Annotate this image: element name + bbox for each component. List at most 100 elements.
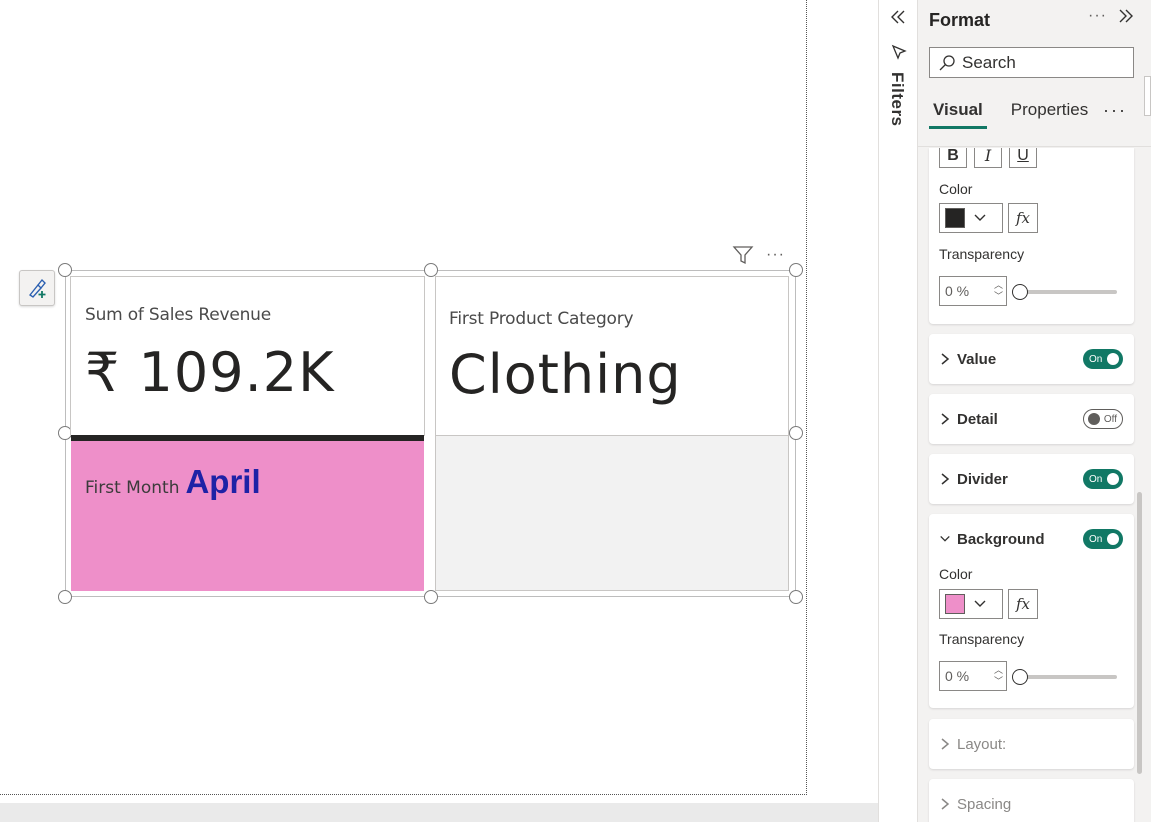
- text-transparency-label: Transparency: [939, 246, 1025, 262]
- layout-section-header[interactable]: Layout:: [939, 719, 1006, 769]
- divider-section-label: Divider: [957, 470, 1008, 488]
- page-boundary-bottom: [0, 794, 807, 795]
- underline-button[interactable]: U: [1009, 147, 1037, 168]
- chevron-down-icon: [940, 535, 950, 542]
- text-color-swatch: [945, 208, 965, 228]
- resize-handle-top-right[interactable]: [789, 263, 803, 277]
- resize-handle-bottom-left[interactable]: [58, 590, 72, 604]
- italic-button[interactable]: I: [974, 146, 1002, 168]
- background-color-fx-button[interactable]: fx: [1008, 589, 1038, 619]
- format-pane-actions: ···: [1088, 8, 1135, 24]
- text-transparency-slider-thumb[interactable]: [1012, 284, 1028, 300]
- format-pane: Format ··· Search Visual Properties ··· …: [918, 0, 1151, 822]
- canvas-footer: [0, 803, 878, 822]
- category-card[interactable]: First Product Category Clothing: [435, 276, 789, 436]
- detail-section-header[interactable]: Detail: [939, 394, 998, 444]
- month-detail-area: First Month April: [71, 441, 424, 591]
- resize-handle-top[interactable]: [424, 263, 438, 277]
- spacing-section-label: Spacing: [957, 795, 1012, 813]
- divider-section[interactable]: Divider On: [929, 454, 1134, 504]
- value-toggle-text: On: [1089, 353, 1103, 365]
- format-search-input[interactable]: Search: [929, 47, 1134, 78]
- text-transparency-input[interactable]: 0 % ︿ ﹀: [939, 276, 1007, 306]
- search-icon: [939, 54, 955, 70]
- text-transparency-slider[interactable]: [1021, 290, 1117, 294]
- page-boundary-right: [806, 0, 807, 795]
- spacing-section[interactable]: Spacing: [929, 779, 1134, 822]
- divider-toggle-text: On: [1089, 473, 1103, 485]
- background-transparency-slider[interactable]: [1021, 675, 1117, 679]
- text-format-section: B I U Color fx Transparency 0 % ︿ ﹀: [929, 146, 1134, 324]
- resize-handle-bottom-right[interactable]: [789, 590, 803, 604]
- layout-section[interactable]: Layout:: [929, 719, 1134, 769]
- format-pane-scrollbar[interactable]: [1137, 492, 1142, 774]
- value-toggle[interactable]: On: [1083, 349, 1123, 369]
- background-section: Background On Color fx Transparency 0 % …: [929, 514, 1134, 708]
- detail-toggle[interactable]: Off: [1083, 409, 1123, 429]
- value-section-header[interactable]: Value: [939, 334, 996, 384]
- filters-label[interactable]: Filters: [887, 72, 907, 127]
- pane-scroll-button[interactable]: [1144, 76, 1151, 116]
- tabs-more-icon[interactable]: ···: [1103, 100, 1127, 121]
- background-color-label: Color: [939, 566, 973, 582]
- background-section-header[interactable]: Background: [939, 514, 1045, 564]
- spin-arrows-icon[interactable]: ︿ ﹀: [994, 280, 1003, 302]
- background-transparency-slider-thumb[interactable]: [1012, 669, 1028, 685]
- category-card-label: First Product Category: [449, 309, 634, 329]
- background-color-swatch: [945, 594, 965, 614]
- chevron-right-icon: [941, 473, 950, 485]
- detail-section-label: Detail: [957, 410, 998, 428]
- format-painter-icon: [28, 278, 46, 298]
- app-root: ··· Sum of Sales Revenue ₹ 109.2K First …: [0, 0, 1151, 822]
- filter-icon: [891, 44, 907, 60]
- sales-card[interactable]: Sum of Sales Revenue ₹ 109.2K: [70, 276, 425, 436]
- category-card-value: Clothing: [449, 343, 682, 406]
- value-section[interactable]: Value On: [929, 334, 1134, 384]
- format-pane-title: Format: [929, 10, 991, 30]
- chevron-down-icon: [974, 600, 986, 607]
- resize-handle-right[interactable]: [789, 426, 803, 440]
- bold-button[interactable]: B: [939, 147, 967, 168]
- tab-visual[interactable]: Visual: [929, 100, 987, 129]
- search-placeholder: Search: [962, 52, 1016, 72]
- text-color-picker[interactable]: [939, 203, 1003, 233]
- chevron-right-icon: [941, 798, 950, 810]
- resize-handle-top-left[interactable]: [58, 263, 72, 277]
- background-transparency-input[interactable]: 0 % ︿ ﹀: [939, 661, 1007, 691]
- background-transparency-label: Transparency: [939, 631, 1025, 647]
- category-detail-area: [435, 436, 789, 591]
- layout-section-label: Layout:: [957, 735, 1007, 753]
- tab-properties[interactable]: Properties: [1007, 100, 1092, 126]
- divider-toggle[interactable]: On: [1083, 469, 1123, 489]
- format-tabs: Visual Properties: [929, 100, 1092, 129]
- spin-arrows-icon[interactable]: ︿ ﹀: [994, 665, 1003, 687]
- chevron-right-icon: [941, 353, 950, 365]
- collapse-left-icon[interactable]: [889, 9, 907, 25]
- filters-pane-collapsed[interactable]: Filters: [878, 0, 918, 822]
- background-color-picker[interactable]: [939, 589, 1003, 619]
- divider-section-header[interactable]: Divider: [939, 454, 1008, 504]
- text-color-fx-button[interactable]: fx: [1008, 203, 1038, 233]
- chevron-down-icon: [974, 214, 986, 221]
- chevron-right-icon: [941, 413, 950, 425]
- background-section-label: Background: [957, 530, 1045, 548]
- more-options-icon[interactable]: ···: [766, 247, 785, 263]
- month-detail-label: First Month: [85, 478, 180, 498]
- detail-section[interactable]: Detail Off: [929, 394, 1134, 444]
- report-canvas[interactable]: ··· Sum of Sales Revenue ₹ 109.2K First …: [0, 0, 878, 822]
- expand-right-icon[interactable]: [1117, 8, 1135, 24]
- chevron-right-icon: [941, 738, 950, 750]
- more-options-icon[interactable]: ···: [1088, 8, 1107, 24]
- resize-handle-bottom[interactable]: [424, 590, 438, 604]
- text-color-label: Color: [939, 181, 973, 197]
- month-detail-value: April: [185, 463, 261, 500]
- format-painter-button[interactable]: [19, 270, 55, 306]
- spacing-section-header[interactable]: Spacing: [939, 779, 1011, 822]
- background-toggle[interactable]: On: [1083, 529, 1123, 549]
- value-section-label: Value: [957, 350, 997, 368]
- sales-card-value: ₹ 109.2K: [85, 341, 335, 404]
- visual-header: ···: [732, 243, 785, 267]
- text-transparency-value: 0 %: [945, 283, 970, 299]
- background-transparency-value: 0 %: [945, 668, 970, 684]
- filter-icon[interactable]: [732, 245, 754, 265]
